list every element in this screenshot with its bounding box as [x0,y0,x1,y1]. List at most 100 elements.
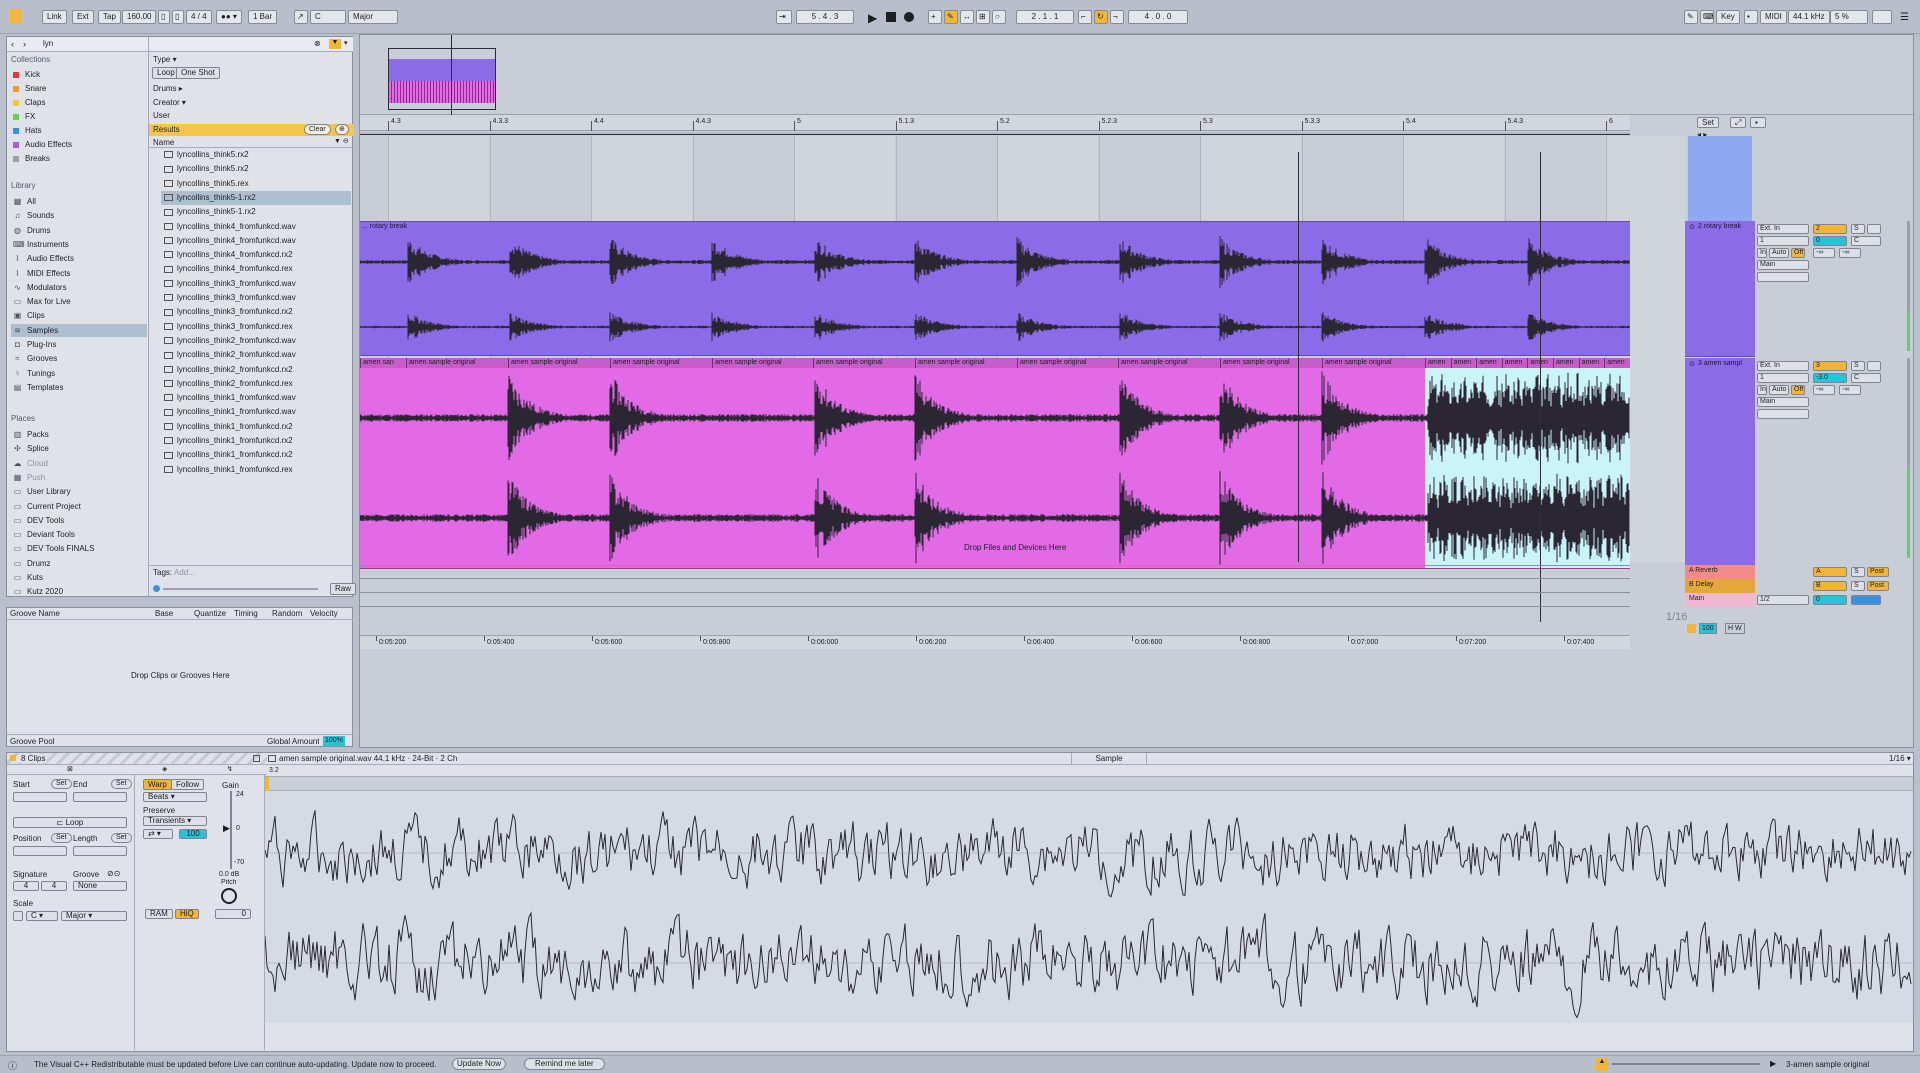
loop-brace[interactable] [360,132,1630,135]
input-channel-select[interactable]: 1 [1757,373,1809,383]
key-select[interactable]: C [310,10,346,24]
name-column[interactable]: Name [153,138,174,147]
clip-tab-envelope-icon[interactable]: ↯ [227,765,233,773]
tap-tempo-button[interactable]: Tap [98,10,121,24]
list-item[interactable]: lyncollins_think4_fromfunkcd.rex [161,262,351,276]
places-item-dev-tools-finals[interactable]: ▭ DEV Tools FINALS [11,542,147,555]
return-a-header[interactable]: A Reverb [1685,565,1755,579]
library-item-plug-ins[interactable]: ◘ Plug-Ins [11,338,147,351]
scale-mode-select[interactable]: Major ▾ [61,911,127,921]
midi-map-button[interactable]: MIDI [1760,10,1787,24]
nudge-down-icon[interactable]: ▯ [158,10,170,24]
ext-sync-button[interactable]: Ext [72,10,94,24]
raw-button[interactable]: Raw [330,583,357,595]
input-type-select[interactable]: Ext. In [1757,361,1809,371]
output-select[interactable]: Main [1757,260,1809,270]
library-item-grooves[interactable]: ≈ Grooves [11,352,147,365]
library-item-all[interactable]: ▦ All [11,195,147,208]
amen-clip-header[interactable]: amen sample original [1017,358,1118,368]
update-now-button[interactable]: Update Now [452,1058,507,1070]
send-a-field[interactable]: -∞ [1813,385,1835,395]
link-button[interactable]: Link [42,10,67,24]
track-fold-icon[interactable]: ⊙ [1689,360,1695,368]
arm-button[interactable] [1867,361,1881,371]
forward-icon[interactable]: › [23,39,26,49]
tags-input[interactable]: Add... [174,568,195,577]
amen-clip-header[interactable]: amen sample original [610,358,712,368]
library-item-samples[interactable]: ≋ Samples [11,323,147,337]
signature-numerator[interactable]: 4 [13,881,39,891]
nudge-up-icon[interactable]: ▯ [172,10,184,24]
record-icon[interactable] [904,12,914,22]
places-item-cloud[interactable]: ☁ Cloud [11,457,147,470]
info-icon[interactable]: ⓘ [8,1059,17,1072]
clip-toggle-icon[interactable] [253,755,260,762]
list-item[interactable]: lyncollins_think5-1.rx2 [161,190,351,205]
track-header-rotary[interactable]: ⊙ 2 rotary break [1685,221,1755,357]
library-item-clips[interactable]: ▣ Clips [11,309,147,322]
main-track-header[interactable]: Main [1685,593,1755,607]
song-position-field[interactable]: 5 . 4 . 3 [796,10,854,24]
loop-start-field[interactable]: 2 . 1 . 1 [1016,10,1074,24]
one-shot-filter-tag[interactable]: One Shot [176,67,220,79]
pan-field[interactable]: C [1851,373,1881,383]
metronome-icon[interactable]: ●● ▾ [216,10,242,24]
collection-kick[interactable]: Kick [11,68,147,81]
return-activator-button[interactable]: B [1813,581,1847,591]
main-pan-field[interactable] [1851,595,1881,605]
time-signature-field[interactable]: 4 / 4 [186,10,212,24]
arm-button[interactable] [1867,224,1881,234]
length-set-button[interactable]: Set [111,833,132,843]
output-select[interactable]: Main [1757,397,1809,407]
list-item[interactable]: lyncollins_think1_fromfunkcd.wav [161,405,351,419]
session-record-icon[interactable]: ○ [992,10,1006,24]
library-item-modulators[interactable]: ∿ Modulators [11,281,147,294]
groove-select[interactable]: None [73,881,127,891]
library-item-drums[interactable]: ◍ Drums [11,224,147,237]
library-item-max-for-live[interactable]: ▭ Max for Live [11,295,147,308]
post-button[interactable]: Post [1867,581,1889,591]
expand-icon[interactable]: ▶ [1770,1059,1776,1068]
list-item[interactable]: lyncollins_think1_fromfunkcd.rx2 [161,434,351,448]
position-field[interactable] [13,846,67,856]
monitor-auto-button[interactable]: Auto [1769,385,1789,395]
scale-key-select[interactable]: C ▾ [26,911,58,921]
warp-mode-select[interactable]: Beats ▾ [143,792,207,802]
collection-hats[interactable]: Hats [11,124,147,137]
track-fold-icon[interactable]: ⊙ [1689,223,1695,231]
amen-clip-header[interactable]: amen [1578,358,1605,368]
editor-ruler[interactable]: 3.2 [265,765,1913,777]
back-icon[interactable]: ‹ [11,39,14,49]
list-item[interactable]: lyncollins_think1_fromfunkcd.wav [161,391,351,405]
library-item-tunings[interactable]: ♮ Tunings [11,367,147,380]
draw-mode-icon[interactable]: ↗ [294,10,308,24]
return-solo-button[interactable]: S [1851,567,1865,577]
list-item[interactable]: lyncollins_think5.rx2 [161,148,351,162]
list-item[interactable]: lyncollins_think3_fromfunkcd.rx2 [161,305,351,319]
list-item[interactable]: lyncollins_think1_fromfunkcd.rx2 [161,420,351,434]
tempo-field[interactable]: 160.00 [122,10,157,24]
reenable-automation-icon[interactable]: ↔ [960,10,974,24]
places-item-kuts[interactable]: ▭ Kuts [11,571,147,584]
track-header-amen[interactable]: ⊙ 3 amen sampl [1685,358,1755,569]
ram-button[interactable]: RAM [145,909,173,919]
places-item-splice[interactable]: ✣ Splice [11,442,147,455]
list-item[interactable]: lyncollins_think4_fromfunkcd.wav [161,234,351,248]
warning-icon[interactable]: ▲ [1596,1058,1608,1071]
monitor-auto-button[interactable]: Auto [1769,248,1789,258]
play-icon[interactable]: ▶ [868,11,877,25]
remind-later-button[interactable]: Remind me later [524,1058,605,1070]
mini-overview[interactable] [1612,1063,1760,1065]
library-item-audio-effects[interactable]: ⌇ Audio Effects [11,252,147,265]
collection-breaks[interactable]: Breaks [11,152,147,165]
transpose-knob[interactable] [221,888,237,904]
list-item[interactable]: lyncollins_think3_fromfunkcd.rex [161,320,351,334]
send-a-field[interactable]: -∞ [1813,248,1835,258]
drums-filter[interactable]: Drums ▸ [153,84,183,93]
waveform-display[interactable] [264,791,1913,1023]
clear-results-button[interactable]: Clear [304,124,331,135]
arrangement-drop-zone[interactable]: Drop Files and Devices Here [964,543,1066,552]
preview-scrubber[interactable] [163,588,318,590]
return-solo-button[interactable]: S [1851,581,1865,591]
amen-clip-header[interactable]: amen sample original [1322,358,1425,368]
